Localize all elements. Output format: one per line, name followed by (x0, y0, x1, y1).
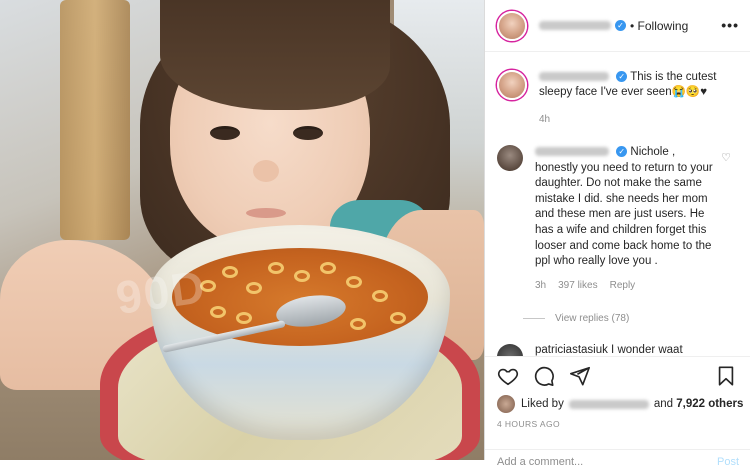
comment-text: Nichole , honestly you need to return to… (535, 146, 713, 268)
comment: its_lauren_pellett ✓ Nichole , honestly … (497, 145, 741, 293)
child-left-eye (210, 126, 240, 140)
noodle (390, 312, 406, 324)
actions-bar: Liked by jakepomitole and 7,922 others 4… (485, 356, 750, 468)
caption-username[interactable]: alexpomitole (539, 72, 609, 82)
verified-badge-icon: ✓ (615, 20, 626, 31)
comment-heart-icon[interactable]: ♡ (721, 151, 731, 164)
noodle (346, 276, 362, 288)
author-username[interactable]: alexpomitole (539, 21, 611, 30)
post-header: alexpomitole ✓ • Following ••• (485, 0, 750, 52)
verified-badge-icon: ✓ (616, 146, 628, 158)
noodle (210, 306, 226, 318)
caption-time[interactable]: 4h (539, 112, 741, 127)
comment-meta: 3h 397 likes Reply (535, 278, 715, 294)
comment-partial: patriciastasiuk I wonder waat (497, 344, 741, 356)
noodle (350, 318, 366, 330)
caption-avatar[interactable] (497, 70, 527, 100)
replies-divider (523, 318, 545, 319)
following-button[interactable]: • Following (630, 19, 688, 33)
view-replies-button[interactable]: View replies (78) (523, 313, 629, 324)
likes-summary: Liked by jakepomitole and 7,922 others (497, 395, 743, 413)
likes-and: and (653, 398, 674, 410)
caption-body: alexpomitole ✓ This is the cutest sleepy… (539, 70, 741, 127)
author-avatar[interactable] (497, 10, 527, 41)
action-icons (497, 365, 591, 387)
add-comment-input[interactable]: Add a comment... (497, 456, 583, 468)
post-time[interactable]: 4 HOURS AGO (497, 419, 560, 429)
post-comment-button[interactable]: Post (717, 456, 739, 468)
liker-avatar[interactable] (497, 395, 515, 413)
add-comment-bar: Add a comment... Post (485, 449, 750, 474)
liked-by-label: Liked by (521, 398, 564, 410)
comment-body: its_lauren_pellett ✓ Nichole , honestly … (535, 145, 715, 293)
share-icon[interactable] (569, 365, 591, 387)
noodle (320, 262, 336, 274)
commenter-username[interactable]: its_lauren_pellett (535, 147, 609, 157)
child-nose (253, 160, 279, 182)
reply-button[interactable]: Reply (610, 278, 636, 294)
chair-back (60, 0, 130, 240)
comment-time[interactable]: 3h (535, 278, 546, 294)
bookmark-icon[interactable] (715, 365, 737, 387)
post-photo[interactable]: 90D (0, 0, 484, 460)
noodle (222, 266, 238, 278)
noodle (268, 262, 284, 274)
noodle (294, 270, 310, 282)
instagram-post: 90D alexpomitole ✓ • Following ••• alexp… (0, 0, 750, 468)
comment-partial-text: patriciastasiuk I wonder waat (535, 344, 683, 356)
verified-badge-icon: ✓ (616, 71, 628, 83)
heart-icon[interactable] (497, 365, 519, 387)
commenter-avatar[interactable] (497, 145, 523, 171)
child-right-eye (293, 126, 323, 140)
noodle (246, 282, 262, 294)
comment-icon[interactable] (533, 365, 555, 387)
liker-username[interactable]: jakepomitole (568, 399, 649, 409)
following-label: Following (637, 18, 689, 33)
view-replies-label: View replies (78) (555, 313, 630, 324)
noodle (372, 290, 388, 302)
post-sidebar: alexpomitole ✓ • Following ••• alexpomit… (484, 0, 750, 468)
noodle (236, 312, 252, 324)
commenter-avatar[interactable] (497, 344, 523, 356)
child-bangs (160, 0, 390, 110)
comment-likes[interactable]: 397 likes (558, 278, 597, 294)
child-mouth (246, 208, 286, 218)
caption: alexpomitole ✓ This is the cutest sleepy… (497, 70, 741, 127)
likes-count[interactable]: 7,922 others (676, 398, 743, 410)
more-icon[interactable]: ••• (721, 17, 739, 33)
